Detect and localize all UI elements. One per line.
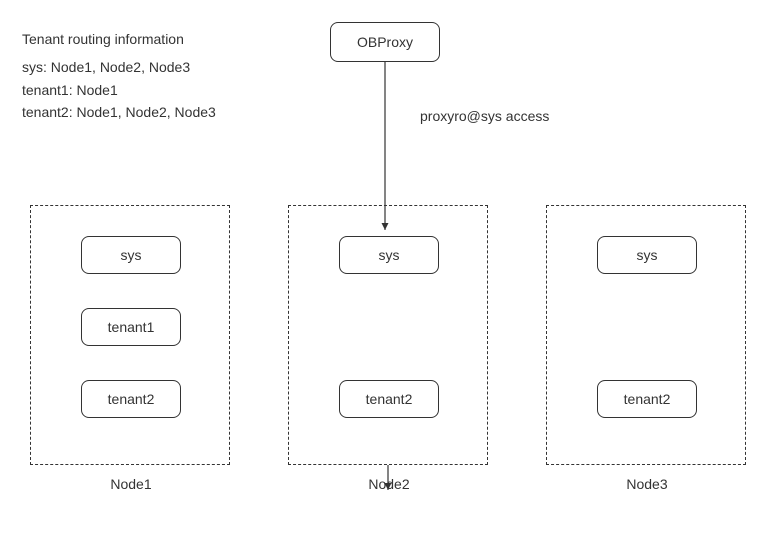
obproxy-box: OBProxy — [330, 22, 440, 62]
node1-container: sys tenant1 tenant2 Node1 — [30, 205, 230, 465]
proxy-arrow-label: proxyro@sys access — [420, 108, 549, 124]
node1-sys-box: sys — [81, 236, 181, 274]
node2-tenant2-box: tenant2 — [339, 380, 439, 418]
node1-tenant2-box: tenant2 — [81, 380, 181, 418]
node3-sys-box: sys — [597, 236, 697, 274]
node2-container: sys tenant2 Node2 — [288, 205, 488, 465]
routing-info-tenant1: tenant1: Node1 — [22, 79, 216, 101]
node3-label: Node3 — [547, 476, 747, 492]
routing-info: Tenant routing information sys: Node1, N… — [22, 28, 216, 124]
node1-tenant1-label: tenant1 — [108, 319, 155, 335]
obproxy-label: OBProxy — [357, 34, 413, 50]
node3-tenant2-label: tenant2 — [624, 391, 671, 407]
routing-info-sys: sys: Node1, Node2, Node3 — [22, 56, 216, 78]
node3-tenant2-box: tenant2 — [597, 380, 697, 418]
node2-tenant2-label: tenant2 — [366, 391, 413, 407]
node3-container: sys tenant2 Node3 — [546, 205, 746, 465]
node2-sys-box: sys — [339, 236, 439, 274]
node2-sys-label: sys — [379, 247, 400, 263]
node1-label: Node1 — [31, 476, 231, 492]
node1-sys-label: sys — [121, 247, 142, 263]
node1-tenant2-label: tenant2 — [108, 391, 155, 407]
routing-info-title: Tenant routing information — [22, 28, 216, 50]
routing-info-tenant2: tenant2: Node1, Node2, Node3 — [22, 101, 216, 123]
node3-sys-label: sys — [637, 247, 658, 263]
node2-label: Node2 — [289, 476, 489, 492]
node1-tenant1-box: tenant1 — [81, 308, 181, 346]
